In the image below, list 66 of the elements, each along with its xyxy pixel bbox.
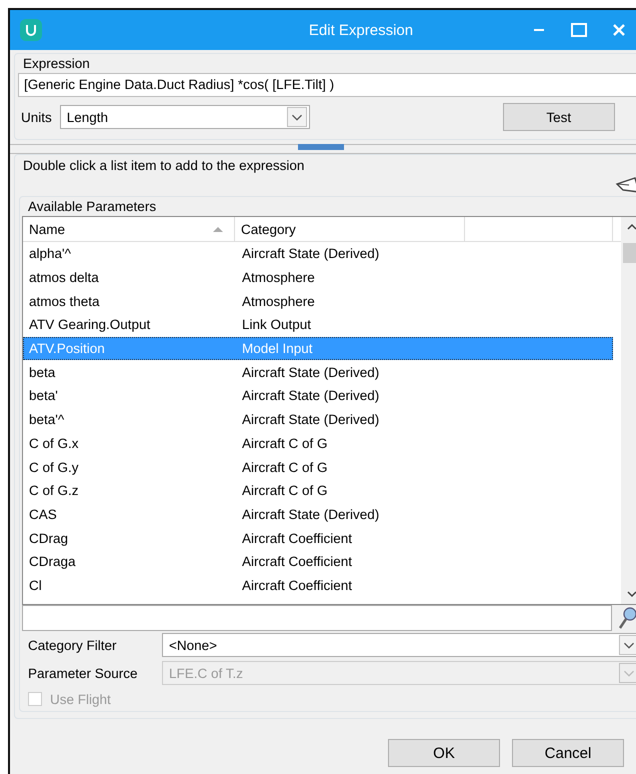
category-cell-text: Aircraft C of G [241,483,329,498]
category-cell-text: Aircraft State (Derived) [241,364,380,380]
field-label: Units [21,110,52,124]
name-cell-text: ATV Gearing.Output [28,317,152,332]
app-icon [20,19,42,41]
name-cell-text: CAS [28,506,58,522]
table-row[interactable]: CAS Aircraft State (Derived) [23,502,613,526]
cancel-button[interactable]: Cancel [512,739,624,767]
dropdown[interactable]: Length [60,105,310,129]
table-row[interactable]: C of G.y Aircraft C of G [23,455,613,479]
category-cell-text: Aircraft C of G [241,436,329,451]
name-cell-text: ATV.Position [28,341,106,356]
table-row[interactable]: CDraga Aircraft Coefficient [23,550,613,574]
dropdown-arrow-icon [619,663,636,683]
category-cell-text: Atmosphere [241,294,316,309]
maximize-icon[interactable] [570,21,588,39]
group-label: Expression [23,56,90,71]
hint-text: Double click a list item to add to the expression [23,158,304,173]
category-cell-text: Aircraft Coefficient [241,530,354,546]
category-cell-text: Aircraft State (Derived) [241,412,380,428]
search-field[interactable] [22,605,612,631]
table-row[interactable]: beta'^ Aircraft State (Derived) [23,408,613,432]
table-row[interactable]: ATV Gearing.Output Link Output [23,313,613,337]
search-icon[interactable] [616,606,636,630]
test-button[interactable]: Test [502,103,615,131]
name-cell-text: C of G.z [28,483,80,498]
category-cell-text: Link Output [241,317,312,332]
group-label: Available Parameters [28,199,156,214]
checkbox-label: Use Flight [50,692,111,706]
scroll-thumb[interactable] [623,243,636,263]
table-row[interactable]: atmos theta Atmosphere [23,289,613,314]
dropdown[interactable]: <None> [162,633,636,657]
ok-button[interactable]: OK [388,739,500,767]
expression-field[interactable]: [Generic Engine Data.Duct Radius] *cos( [LFE.Tilt] ) [18,73,636,97]
name-cell-text: beta'^ [28,412,66,428]
name-cell-text: atmos theta [28,294,101,309]
table-row[interactable]: CDrag Aircraft Coefficient [23,526,613,550]
table-row[interactable]: Cl Aircraft Coefficient [23,574,613,598]
table-row[interactable]: C of G.z Aircraft C of G [23,478,613,503]
category-cell-text: Aircraft Coefficient [241,554,354,570]
splitter-handle[interactable] [298,144,344,150]
name-cell-text: beta' [28,388,59,404]
category-cell-text: Aircraft Coefficient [241,578,354,593]
table-row[interactable]: beta Aircraft State (Derived) [23,360,613,384]
name-cell-text: CDrag [28,530,70,546]
category-cell-text: Model Input [241,341,314,356]
name-cell-text: Cl [28,578,43,593]
field-label: Parameter Source [27,666,139,680]
window-title: Edit Expression [308,22,414,38]
name-cell-text: beta [28,364,56,380]
name-cell-text: CDraga [28,554,77,570]
category-cell-text: Aircraft State (Derived) [241,506,380,522]
field-label: Category Filter [27,638,118,652]
category-cell-text: Aircraft C of G [241,460,329,475]
name-cell-text: atmos delta [28,270,100,286]
table-row[interactable]: alpha'^ Aircraft State (Derived) [23,242,613,266]
table-row[interactable]: C of G.x Aircraft C of G [23,432,613,456]
name-cell-text: alpha'^ [28,246,72,262]
category-cell-text: Aircraft State (Derived) [241,246,380,262]
table-row[interactable]: atmos delta Atmosphere [23,266,613,290]
category-cell-text: Atmosphere [241,270,316,286]
table-row[interactable]: beta' Aircraft State (Derived) [23,384,613,408]
dropdown-arrow-icon [619,635,636,655]
name-cell-text: C of G.x [28,436,80,451]
name-cell-text: C of G.y [28,460,80,475]
category-cell-text: Aircraft State (Derived) [241,388,380,404]
